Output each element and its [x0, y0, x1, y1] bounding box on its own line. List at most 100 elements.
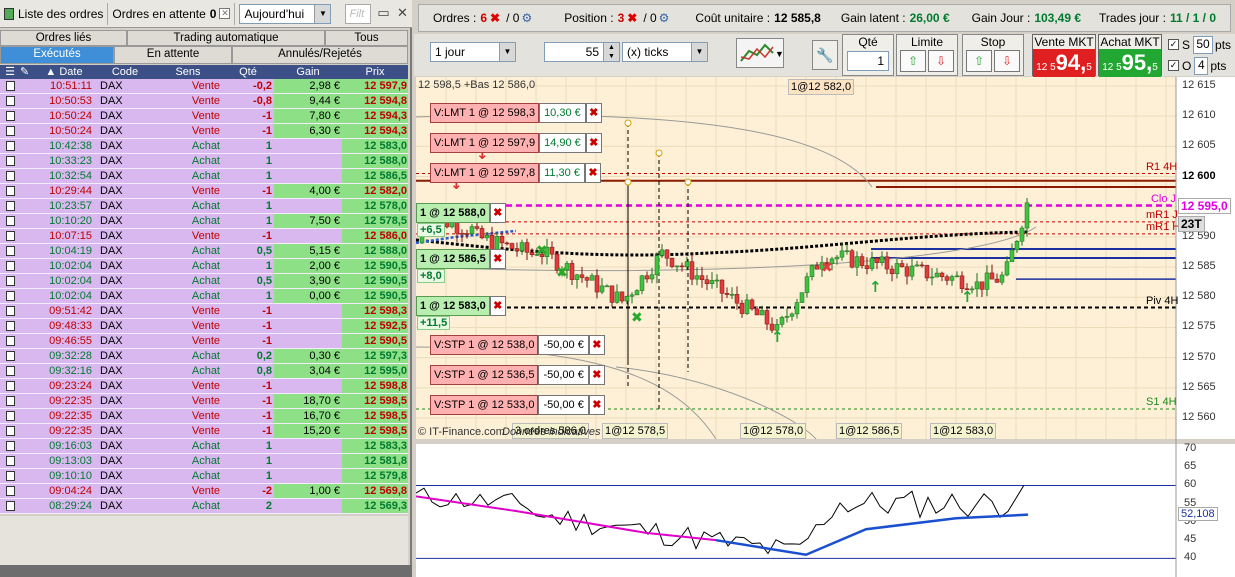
tab-ordres-lies[interactable]: Ordres liés: [0, 30, 127, 46]
table-row[interactable]: 09:51:42 DAX Vente -1 12 598,3: [0, 304, 408, 319]
document-icon[interactable]: [0, 424, 20, 438]
col-gain[interactable]: Gain: [274, 65, 342, 79]
cancel-order-icon[interactable]: ✖: [585, 103, 602, 123]
document-icon[interactable]: [0, 274, 20, 288]
order-list-title[interactable]: Liste des ordres: [0, 2, 109, 25]
document-icon[interactable]: [0, 499, 20, 513]
tab-en-attente[interactable]: En attente: [114, 46, 232, 64]
document-icon[interactable]: [0, 439, 20, 453]
col-prix[interactable]: Prix: [342, 65, 408, 79]
cancel-order-icon[interactable]: ✖: [588, 365, 605, 385]
chart-type-button[interactable]: ▼: [736, 38, 784, 68]
horizontal-scrollbar[interactable]: [0, 565, 412, 577]
table-row[interactable]: 10:02:04 DAX Achat 1 2,00 €12 590,5: [0, 259, 408, 274]
settings-wrench-icon[interactable]: 🔧: [812, 40, 838, 70]
tab-annules-rejetes[interactable]: Annulés/Rejetés: [232, 46, 408, 64]
document-icon[interactable]: [0, 184, 20, 198]
cancel-order-icon[interactable]: ✖: [584, 163, 601, 183]
tab-tous[interactable]: Tous: [325, 30, 408, 46]
close-position-icon[interactable]: ✖: [489, 296, 506, 316]
document-icon[interactable]: [0, 154, 20, 168]
table-row[interactable]: 10:04:19 DAX Achat 0,5 5,15 €12 588,0: [0, 244, 408, 259]
wrench-icon[interactable]: ✎: [20, 65, 32, 79]
chart-period-select[interactable]: 1 jour ▼: [430, 42, 516, 62]
document-icon[interactable]: [0, 244, 20, 258]
close-position-icon[interactable]: ✖: [489, 249, 506, 269]
col-date[interactable]: ▲ Date: [32, 65, 96, 79]
table-row[interactable]: 10:50:24 DAX Vente -1 7,80 €12 594,3: [0, 109, 408, 124]
pending-order-label[interactable]: V:LMT 1 @ 12 597,9 14,90 € ✖: [430, 133, 602, 153]
table-row[interactable]: 09:22:35 DAX Vente -1 15,20 €12 598,5: [0, 424, 408, 439]
table-row[interactable]: 10:50:53 DAX Vente -0,8 9,44 €12 594,8: [0, 94, 408, 109]
gear-icon[interactable]: ⚙: [659, 11, 670, 25]
cancel-order-icon[interactable]: ✖: [585, 133, 602, 153]
s-input[interactable]: 50: [1193, 35, 1214, 54]
cancel-order-icon[interactable]: ✖: [588, 335, 605, 355]
col-sens[interactable]: Sens: [154, 65, 222, 79]
table-row[interactable]: 10:23:57 DAX Achat 1 12 578,0: [0, 199, 408, 214]
o-input[interactable]: 4: [1194, 56, 1209, 75]
pending-order-label[interactable]: V:LMT 1 @ 12 597,8 11,30 € ✖: [430, 163, 601, 183]
ticks-stepper[interactable]: 55 ▲ ▼: [544, 42, 620, 62]
document-icon[interactable]: [0, 379, 20, 393]
table-row[interactable]: 09:23:24 DAX Vente -1 12 598,8: [0, 379, 408, 394]
document-icon[interactable]: [0, 109, 20, 123]
table-row[interactable]: 10:33:23 DAX Achat 1 12 588,0: [0, 154, 408, 169]
table-row[interactable]: 09:13:03 DAX Achat 1 12 581,8: [0, 454, 408, 469]
document-icon[interactable]: [0, 79, 20, 93]
minimize-icon[interactable]: ▭: [376, 6, 390, 21]
document-icon[interactable]: [0, 349, 20, 363]
o-checkbox[interactable]: ✓: [1168, 60, 1179, 71]
table-row[interactable]: 10:29:44 DAX Vente -1 4,00 €12 582,0: [0, 184, 408, 199]
document-icon[interactable]: [0, 214, 20, 228]
stepper-arrows-icon[interactable]: ▲ ▼: [603, 43, 619, 61]
document-icon[interactable]: [0, 139, 20, 153]
document-icon[interactable]: [0, 259, 20, 273]
gear-icon[interactable]: ⚙: [521, 11, 532, 25]
close-position-icon[interactable]: ✖: [489, 203, 506, 223]
close-window-icon[interactable]: ✕: [395, 6, 409, 21]
table-row[interactable]: 10:10:20 DAX Achat 1 7,50 €12 578,5: [0, 214, 408, 229]
table-row[interactable]: 09:32:28 DAX Achat 0,2 0,30 €12 597,3: [0, 349, 408, 364]
buy-limit-icon[interactable]: ⇧: [900, 50, 926, 72]
document-icon[interactable]: [0, 469, 20, 483]
s-checkbox[interactable]: ✓: [1168, 39, 1179, 50]
chevron-down-icon[interactable]: ▼: [314, 4, 331, 23]
document-icon[interactable]: [0, 319, 20, 333]
table-row[interactable]: 10:42:38 DAX Achat 1 12 583,0: [0, 139, 408, 154]
pending-order-label[interactable]: V:STP 1 @ 12 538,0 -50,00 € ✖: [430, 335, 605, 355]
table-row[interactable]: 09:22:35 DAX Vente -1 18,70 €12 598,5: [0, 394, 408, 409]
document-icon[interactable]: [0, 484, 20, 498]
grid-menu-icon[interactable]: ☰: [0, 65, 20, 79]
close-icon[interactable]: ✕: [219, 8, 231, 19]
document-icon[interactable]: [0, 409, 20, 423]
tab-trading-automatique[interactable]: Trading automatique: [127, 30, 325, 46]
table-row[interactable]: 10:02:04 DAX Achat 0,5 3,90 €12 590,5: [0, 274, 408, 289]
pending-order-label[interactable]: V:STP 1 @ 12 533,0 -50,00 € ✖: [430, 395, 605, 415]
document-icon[interactable]: [0, 169, 20, 183]
document-icon[interactable]: [0, 334, 20, 348]
table-row[interactable]: 10:51:11 DAX Vente -0,2 2,98 €12 597,9: [0, 79, 408, 94]
document-icon[interactable]: [0, 394, 20, 408]
chevron-down-icon[interactable]: ▼: [499, 43, 515, 61]
table-row[interactable]: 09:32:16 DAX Achat 0,8 3,04 €12 595,0: [0, 364, 408, 379]
pending-orders-toggle[interactable]: Ordres en attente 0 ✕: [108, 2, 236, 25]
pending-order-label[interactable]: V:STP 1 @ 12 536,5 -50,00 € ✖: [430, 365, 605, 385]
table-row[interactable]: 09:48:33 DAX Vente -1 12 592,5: [0, 319, 408, 334]
position-label[interactable]: 1 @ 12 588,0 ✖: [416, 203, 506, 223]
qte-input[interactable]: 1: [847, 51, 889, 71]
document-icon[interactable]: [0, 454, 20, 468]
price-chart[interactable]: ✖✖✖✖↓↓↑↑↑ 12 61512 61012 60512 60012 595…: [416, 77, 1235, 577]
table-row[interactable]: 09:16:03 DAX Achat 1 12 583,3: [0, 439, 408, 454]
cancel-orders-icon[interactable]: ✖: [490, 11, 500, 25]
document-icon[interactable]: [0, 364, 20, 378]
close-position-icon[interactable]: ✖: [627, 11, 637, 25]
document-icon[interactable]: [0, 124, 20, 138]
table-row[interactable]: 09:10:10 DAX Achat 1 12 579,8: [0, 469, 408, 484]
period-select[interactable]: Aujourd'hui ▼: [239, 3, 332, 24]
ticks-unit-select[interactable]: (x) ticks ▼: [622, 42, 708, 62]
sell-limit-icon[interactable]: ⇩: [928, 50, 954, 72]
cancel-order-icon[interactable]: ✖: [588, 395, 605, 415]
filter-input[interactable]: Filt: [345, 3, 372, 24]
table-row[interactable]: 09:46:55 DAX Vente -1 12 590,5: [0, 334, 408, 349]
